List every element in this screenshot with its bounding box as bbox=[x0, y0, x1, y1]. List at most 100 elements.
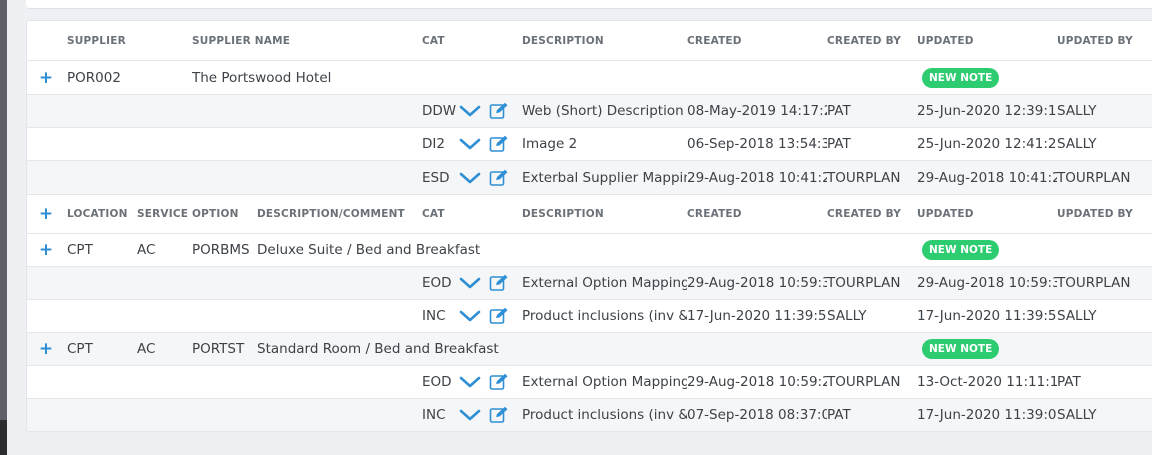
note-cat: EOD bbox=[422, 374, 452, 390]
option-row[interactable]: + CPT AC PORTST Standard Room / Bed and … bbox=[27, 333, 1152, 366]
note-created: 08-May-2019 14:17:20 bbox=[687, 103, 827, 119]
col-cat: CAT bbox=[422, 34, 445, 47]
new-note-button-cell: NEW NOTE bbox=[922, 234, 1022, 266]
note-row: EOD External Option Mapping 29-Aug-2018 … bbox=[27, 267, 1152, 300]
option-comment: Standard Room / Bed and Breakfast bbox=[257, 341, 499, 357]
note-updated: 25-Jun-2020 12:39:10 bbox=[917, 103, 1057, 119]
chevron-down-icon[interactable] bbox=[459, 95, 483, 127]
note-created: 29-Aug-2018 10:59:29 bbox=[687, 374, 827, 390]
note-created-by: SALLY bbox=[827, 308, 867, 324]
note-created-by: PAT bbox=[827, 407, 851, 423]
option-row[interactable]: + CPT AC PORBMS Deluxe Suite / Bed and B… bbox=[27, 234, 1152, 267]
chevron-down-icon[interactable] bbox=[459, 161, 483, 194]
col-created-by: CREATED BY bbox=[827, 34, 902, 47]
note-updated: 17-Jun-2020 11:39:01 bbox=[917, 407, 1057, 423]
note-updated-by: TOURPLAN bbox=[1057, 169, 1131, 186]
new-note-button[interactable]: NEW NOTE bbox=[922, 67, 1000, 88]
col-supplier-name: SUPPLIER NAME bbox=[192, 34, 291, 47]
col-description: DESCRIPTION bbox=[522, 208, 604, 220]
note-row: INC Product inclusions (inv & 07-Sep-201… bbox=[27, 399, 1152, 431]
col-updated: UPDATED bbox=[917, 208, 974, 220]
supplier-code: POR002 bbox=[67, 69, 121, 86]
option-location: CPT bbox=[67, 242, 93, 258]
left-scroll-edge-dark bbox=[0, 420, 7, 455]
edit-icon[interactable] bbox=[489, 128, 513, 160]
note-cat: ESD bbox=[422, 169, 450, 186]
edit-icon[interactable] bbox=[489, 300, 513, 332]
note-created: 06-Sep-2018 13:54:32 bbox=[687, 136, 827, 152]
chevron-down-icon[interactable] bbox=[459, 128, 483, 160]
note-row: ESD Exterbal Supplier Mapping 29-Aug-201… bbox=[27, 161, 1152, 195]
supplier-row[interactable]: + POR002 The Portswood Hotel NEW NOTE bbox=[27, 61, 1152, 95]
note-created-by: PAT bbox=[827, 103, 851, 119]
previous-panel bbox=[26, 0, 1152, 9]
note-created: 29-Aug-2018 10:59:32 bbox=[687, 275, 827, 291]
plus-icon[interactable]: + bbox=[37, 234, 55, 266]
plus-icon[interactable]: + bbox=[37, 195, 55, 233]
note-description: Exterbal Supplier Mapping bbox=[522, 169, 687, 186]
edit-icon[interactable] bbox=[489, 161, 513, 194]
note-updated-by: TOURPLAN bbox=[1057, 275, 1131, 291]
col-created-by: CREATED BY bbox=[827, 208, 902, 220]
option-comment: Deluxe Suite / Bed and Breakfast bbox=[257, 242, 481, 258]
plus-icon[interactable]: + bbox=[37, 333, 55, 365]
note-description: Product inclusions (inv & bbox=[522, 308, 687, 324]
note-cat: INC bbox=[422, 407, 446, 423]
note-description: Image 2 bbox=[522, 136, 578, 152]
note-cat: DI2 bbox=[422, 136, 445, 152]
note-created: 17-Jun-2020 11:39:50 bbox=[687, 308, 827, 324]
note-cat: EOD bbox=[422, 275, 452, 291]
new-note-button-cell: NEW NOTE bbox=[922, 333, 1022, 365]
note-created: 07-Sep-2018 08:37:04 bbox=[687, 407, 827, 423]
note-created: 29-Aug-2018 10:41:25 bbox=[687, 169, 827, 186]
col-option: OPTION bbox=[192, 208, 239, 220]
note-cat: INC bbox=[422, 308, 446, 324]
note-updated: 13-Oct-2020 11:11:18 bbox=[917, 374, 1057, 390]
col-supplier: SUPPLIER bbox=[67, 34, 126, 47]
note-created-by: TOURPLAN bbox=[827, 169, 901, 186]
chevron-down-icon[interactable] bbox=[459, 366, 483, 398]
note-created-by: TOURPLAN bbox=[827, 275, 901, 291]
note-description: External Option Mapping bbox=[522, 374, 687, 390]
note-updated-by: PAT bbox=[1057, 374, 1081, 390]
col-created: CREATED bbox=[687, 208, 742, 220]
edit-icon[interactable] bbox=[489, 267, 513, 299]
note-updated: 25-Jun-2020 12:41:28 bbox=[917, 136, 1057, 152]
chevron-down-icon[interactable] bbox=[459, 399, 483, 431]
note-row: DI2 Image 2 06-Sep-2018 13:54:32 PAT 25-… bbox=[27, 128, 1152, 161]
chevron-down-icon[interactable] bbox=[459, 267, 483, 299]
option-service: AC bbox=[137, 242, 156, 258]
note-cat: DDW bbox=[422, 103, 457, 119]
edit-icon[interactable] bbox=[489, 95, 513, 127]
edit-icon[interactable] bbox=[489, 399, 513, 431]
col-description-comment: DESCRIPTION/COMMENT bbox=[257, 208, 405, 220]
note-description: Product inclusions (inv & bbox=[522, 407, 687, 423]
note-updated-by: SALLY bbox=[1057, 103, 1097, 119]
note-updated: 29-Aug-2018 10:59:32 bbox=[917, 275, 1057, 291]
supplier-header-row: SUPPLIER SUPPLIER NAME CAT DESCRIPTION C… bbox=[27, 21, 1152, 61]
option-location: CPT bbox=[67, 341, 93, 357]
note-description: Web (Short) Description bbox=[522, 103, 684, 119]
plus-icon[interactable]: + bbox=[37, 61, 55, 94]
edit-icon[interactable] bbox=[489, 366, 513, 398]
note-updated-by: SALLY bbox=[1057, 136, 1097, 152]
chevron-down-icon[interactable] bbox=[459, 300, 483, 332]
col-updated-by: UPDATED BY bbox=[1057, 34, 1133, 47]
new-note-button-cell: NEW NOTE bbox=[922, 61, 1022, 94]
note-updated-by: SALLY bbox=[1057, 308, 1097, 324]
note-row: EOD External Option Mapping 29-Aug-2018 … bbox=[27, 366, 1152, 399]
note-updated: 29-Aug-2018 10:41:25 bbox=[917, 169, 1057, 186]
option-header-row: + LOCATION SERVICE OPTION DESCRIPTION/CO… bbox=[27, 195, 1152, 234]
notes-table: SUPPLIER SUPPLIER NAME CAT DESCRIPTION C… bbox=[26, 20, 1152, 432]
note-updated: 17-Jun-2020 11:39:50 bbox=[917, 308, 1057, 324]
left-scroll-edge bbox=[0, 0, 7, 455]
option-service: AC bbox=[137, 341, 156, 357]
note-description: External Option Mapping bbox=[522, 275, 687, 291]
note-created-by: PAT bbox=[827, 136, 851, 152]
new-note-button[interactable]: NEW NOTE bbox=[922, 240, 1000, 260]
note-row: DDW Web (Short) Description 08-May-2019 … bbox=[27, 95, 1152, 128]
note-created-by: TOURPLAN bbox=[827, 374, 901, 390]
new-note-button[interactable]: NEW NOTE bbox=[922, 339, 1000, 359]
option-code: PORTST bbox=[192, 341, 245, 357]
note-updated-by: SALLY bbox=[1057, 407, 1097, 423]
